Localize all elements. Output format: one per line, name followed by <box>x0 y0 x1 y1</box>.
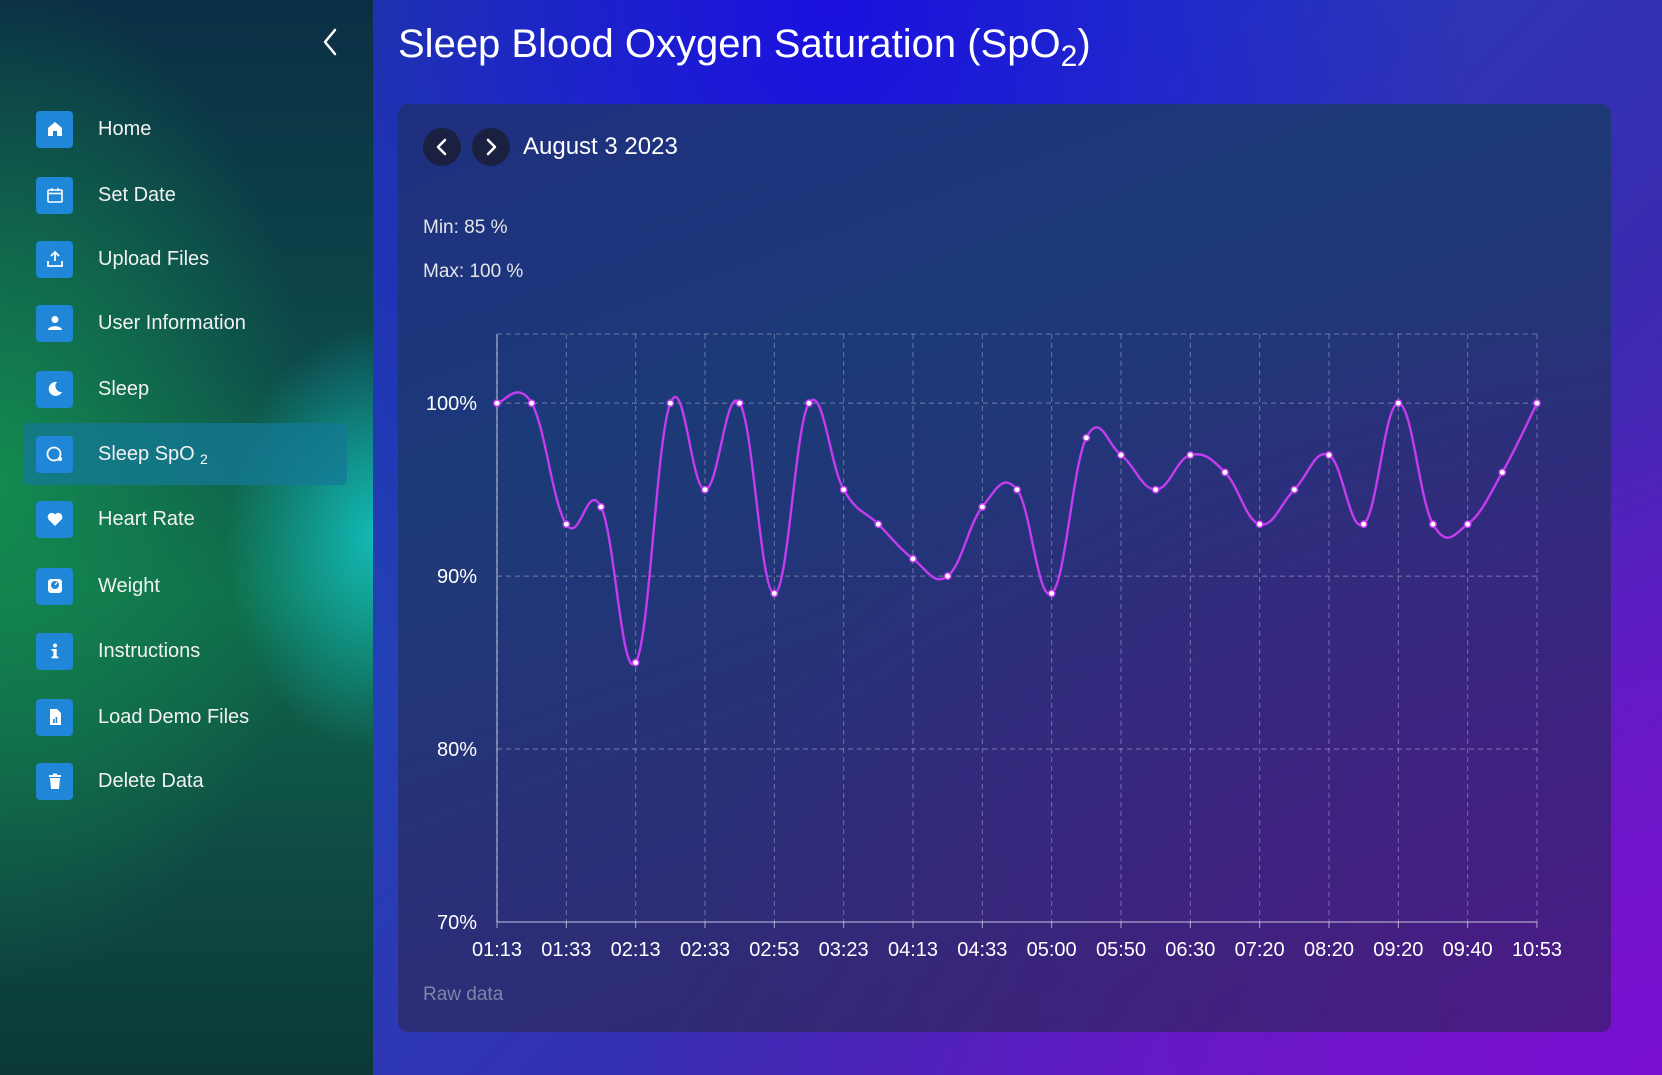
sidebar-item-label: Sleep SpO <box>98 442 195 465</box>
data-point <box>1325 451 1333 460</box>
chevron-left-icon <box>323 28 337 56</box>
x-tick-label: 10:53 <box>1512 939 1562 961</box>
sidebar-item-label: Delete Data <box>98 769 204 792</box>
upload-icon <box>36 240 73 278</box>
calendar-icon <box>36 176 73 214</box>
x-tick-label: 04:33 <box>957 939 1007 961</box>
sidebar-item-label: Heart Rate <box>98 507 195 530</box>
page-title: Sleep Blood Oxygen Saturation (SpO2) <box>398 22 1091 73</box>
x-tick-label: 07:20 <box>1235 939 1285 961</box>
sidebar-item-set-date[interactable]: Set Date <box>23 164 347 226</box>
data-point <box>1047 589 1056 598</box>
scale-icon <box>36 567 73 605</box>
trash-icon <box>36 762 73 800</box>
x-tick-label: 06:30 <box>1165 939 1215 961</box>
data-point <box>1221 468 1229 477</box>
x-tick-label: 01:13 <box>472 939 522 961</box>
sidebar-item-sleep[interactable]: Sleep <box>23 358 347 420</box>
info-icon <box>36 632 73 670</box>
x-tick-label: 04:13 <box>888 939 938 961</box>
data-point <box>597 502 605 511</box>
oxygen-icon <box>36 435 73 473</box>
sidebar-item-weight[interactable]: Weight <box>23 555 347 617</box>
sidebar-item-label-subscript: 2 <box>200 451 208 467</box>
data-point <box>839 485 848 494</box>
y-tick-label: 90% <box>437 566 477 588</box>
y-tick-label: 70% <box>437 912 477 934</box>
user-icon <box>36 304 73 342</box>
data-point <box>1429 520 1437 529</box>
x-tick-label: 02:33 <box>680 939 730 961</box>
sidebar-item-label: Set Date <box>98 183 176 206</box>
x-tick-label: 05:00 <box>1027 939 1077 961</box>
sidebar-item-delete-data[interactable]: Delete Data <box>23 750 347 812</box>
x-tick-label: 02:13 <box>611 939 661 961</box>
sidebar-item-upload-files[interactable]: Upload Files <box>23 228 347 290</box>
data-point <box>978 502 987 511</box>
y-tick-label: 100% <box>426 393 477 415</box>
sidebar-item-home[interactable]: Home <box>23 98 347 160</box>
data-point <box>735 399 744 408</box>
data-point <box>527 399 536 408</box>
data-point <box>701 485 709 494</box>
data-point <box>1117 451 1125 460</box>
data-point <box>562 520 571 529</box>
sidebar-item-load-demo-files[interactable]: Load Demo Files <box>23 686 347 748</box>
sidebar-item-label: Sleep <box>98 377 150 400</box>
data-point <box>909 554 917 563</box>
x-tick-label: 08:20 <box>1304 939 1354 961</box>
data-point <box>1186 451 1195 460</box>
data-point <box>1013 485 1021 494</box>
x-tick-label: 09:40 <box>1443 939 1493 961</box>
data-point <box>1290 485 1299 494</box>
chart-panel: August 3 2023 Min: 85 % Max: 100 % 70% 80… <box>398 104 1611 1032</box>
x-tick-label: 05:50 <box>1096 939 1146 961</box>
home-icon <box>36 110 73 148</box>
data-point <box>1463 520 1472 529</box>
sidebar-item-label: Home <box>98 117 152 140</box>
x-tick-label: 03:23 <box>819 939 869 961</box>
data-point <box>1498 468 1507 477</box>
sidebar-item-instructions[interactable]: Instructions <box>23 620 347 682</box>
data-point <box>631 658 640 667</box>
sidebar-item-label: Instructions <box>98 639 201 662</box>
data-point <box>666 399 675 408</box>
sidebar-item-heart-rate[interactable]: Heart Rate <box>23 488 347 550</box>
file-icon <box>36 698 73 736</box>
data-point <box>1082 433 1091 442</box>
data-point <box>943 572 952 581</box>
sidebar-item-label: Load Demo Files <box>98 705 250 728</box>
data-point <box>1394 399 1403 408</box>
data-point <box>1255 520 1264 529</box>
data-point <box>1533 399 1541 408</box>
sidebar-item-label: User Information <box>98 311 246 334</box>
data-point <box>493 399 501 408</box>
collapse-sidebar-button[interactable] <box>315 22 345 62</box>
spo2-line-chart: 70% 80% 90% 100% 01:13 01:33 02:13 02:33 02:53 03… <box>426 333 1562 961</box>
sidebar-item-label: Weight <box>98 574 160 597</box>
sidebar-item-sleep-spo[interactable]: Sleep SpO 2 <box>23 423 347 485</box>
data-point <box>770 589 779 598</box>
x-tick-label: 02:53 <box>749 939 799 961</box>
x-tick-label: 01:33 <box>541 939 591 961</box>
sidebar: Home Set Date Upload Files User Information… <box>0 0 373 1075</box>
y-tick-label: 80% <box>437 739 477 761</box>
data-point <box>874 520 883 529</box>
spo2-series-line <box>496 391 1539 666</box>
data-point <box>1359 520 1368 529</box>
moon-icon <box>36 370 73 408</box>
raw-data-link[interactable]: Raw data <box>423 984 503 1006</box>
sidebar-item-user-information[interactable]: User Information <box>23 292 347 354</box>
sidebar-item-label: Upload Files <box>98 247 210 270</box>
x-tick-label: 09:20 <box>1373 939 1423 961</box>
heart-icon <box>36 500 73 538</box>
data-point <box>805 399 813 408</box>
data-point <box>1151 485 1160 494</box>
